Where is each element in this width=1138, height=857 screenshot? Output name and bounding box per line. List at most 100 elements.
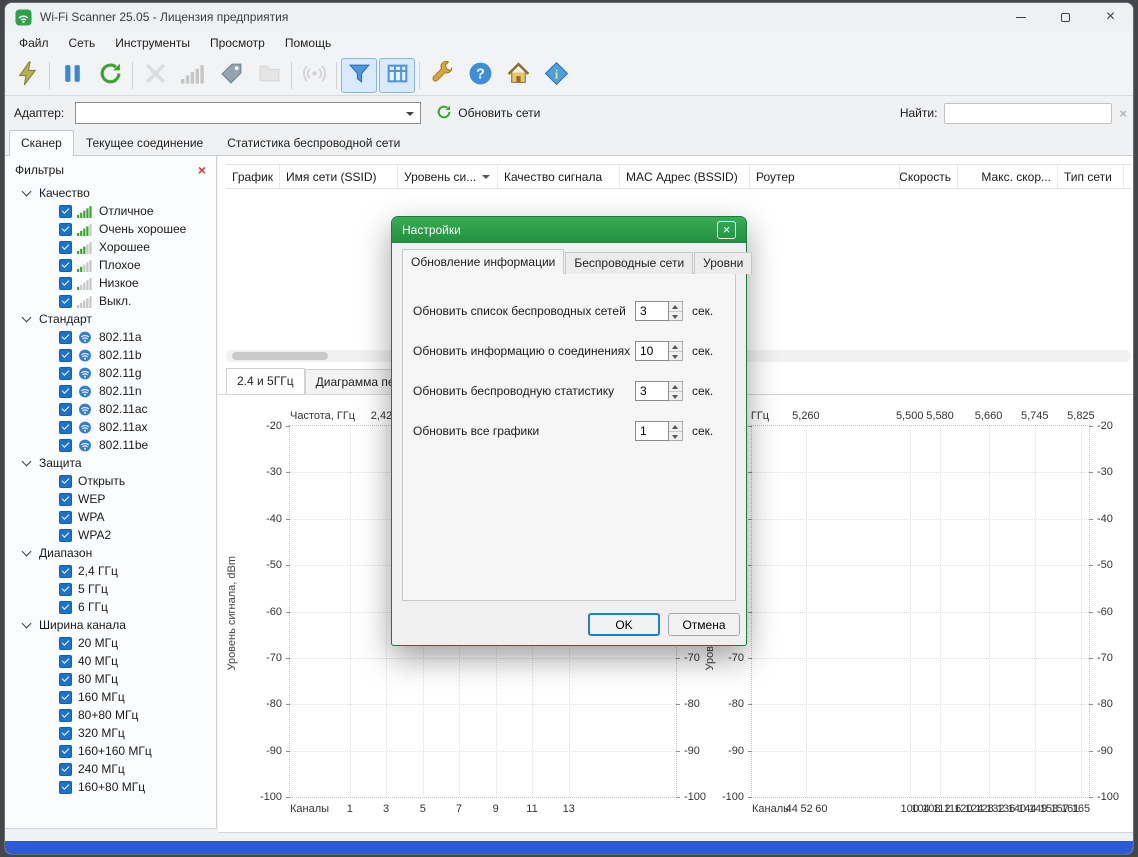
dialog-tab[interactable]: Обновление информации	[402, 249, 564, 274]
checkbox-checked-icon[interactable]	[59, 529, 72, 542]
column-header[interactable]: График	[226, 165, 280, 188]
filter-item[interactable]: Низкое	[5, 274, 216, 292]
dialog-tab[interactable]: Уровни	[694, 252, 752, 274]
checkbox-checked-icon[interactable]	[59, 367, 72, 380]
adapter-combobox[interactable]	[75, 102, 421, 124]
filter-item[interactable]: 40 МГц	[5, 652, 216, 670]
filter-group-header[interactable]: Качество	[5, 184, 216, 202]
spinner-control[interactable]	[669, 421, 683, 441]
column-header[interactable]: Роутер	[750, 165, 900, 188]
column-header[interactable]: Скорость	[900, 165, 958, 188]
filter-item[interactable]: 160+160 МГц	[5, 742, 216, 760]
filter-item[interactable]: 802.11ac	[5, 400, 216, 418]
menu-item[interactable]: Сеть	[59, 33, 106, 53]
spinner-up-icon[interactable]	[669, 422, 682, 432]
checkbox-checked-icon[interactable]	[59, 385, 72, 398]
clear-search-icon[interactable]	[1119, 106, 1127, 121]
checkbox-checked-icon[interactable]	[59, 709, 72, 722]
filter-item[interactable]: WPA	[5, 508, 216, 526]
checkbox-checked-icon[interactable]	[59, 259, 72, 272]
close-button[interactable]	[1088, 3, 1133, 31]
checkbox-checked-icon[interactable]	[59, 349, 72, 362]
checkbox-checked-icon[interactable]	[59, 655, 72, 668]
dialog-field-input[interactable]	[635, 341, 669, 361]
filter-item[interactable]: Очень хорошее	[5, 220, 216, 238]
checkbox-checked-icon[interactable]	[59, 637, 72, 650]
spinner-up-icon[interactable]	[669, 302, 682, 312]
filter-toggle-button[interactable]	[341, 58, 377, 93]
column-header[interactable]: Тип сети	[1058, 165, 1124, 188]
pause-button[interactable]	[54, 58, 90, 93]
spinner-down-icon[interactable]	[669, 392, 682, 401]
checkbox-checked-icon[interactable]	[59, 475, 72, 488]
spinner-up-icon[interactable]	[669, 382, 682, 392]
filter-item[interactable]: 802.11n	[5, 382, 216, 400]
menu-item[interactable]: Файл	[9, 33, 59, 53]
checkbox-checked-icon[interactable]	[59, 601, 72, 614]
filter-item[interactable]: 5 ГГц	[5, 580, 216, 598]
column-header[interactable]: Имя сети (SSID)	[280, 165, 398, 188]
help-button[interactable]: ?	[462, 58, 498, 93]
spinner-control[interactable]	[669, 341, 683, 361]
remove-signal-button[interactable]	[175, 58, 211, 93]
spinner-up-icon[interactable]	[669, 342, 682, 352]
filter-group-header[interactable]: Диапазон	[5, 544, 216, 562]
spinner-down-icon[interactable]	[669, 432, 682, 441]
filter-item[interactable]: Открыть	[5, 472, 216, 490]
dialog-field-input[interactable]	[635, 381, 669, 401]
checkbox-checked-icon[interactable]	[59, 781, 72, 794]
refresh-networks-button[interactable]: Обновить сети	[436, 104, 540, 123]
spinner-control[interactable]	[669, 301, 683, 321]
checkbox-checked-icon[interactable]	[59, 565, 72, 578]
table-view-toggle-button[interactable]	[379, 58, 415, 93]
checkbox-checked-icon[interactable]	[59, 295, 72, 308]
filter-item[interactable]: 320 МГц	[5, 724, 216, 742]
filter-item[interactable]: 160+80 МГц	[5, 778, 216, 796]
checkbox-checked-icon[interactable]	[59, 421, 72, 434]
filter-item[interactable]: 802.11be	[5, 436, 216, 454]
search-input[interactable]	[944, 103, 1112, 124]
dialog-close-button[interactable]	[717, 221, 736, 239]
filter-group-header[interactable]: Стандарт	[5, 310, 216, 328]
filter-item[interactable]: WEP	[5, 490, 216, 508]
filter-item[interactable]: Выкл.	[5, 292, 216, 310]
minimize-button[interactable]	[998, 3, 1043, 31]
menu-item[interactable]: Инструменты	[105, 33, 200, 53]
spinner-down-icon[interactable]	[669, 352, 682, 361]
filter-item[interactable]: Хорошее	[5, 238, 216, 256]
spinner-control[interactable]	[669, 381, 683, 401]
maximize-button[interactable]	[1043, 3, 1088, 31]
dialog-tab[interactable]: Беспроводные сети	[565, 252, 693, 274]
filter-item[interactable]: 80 МГц	[5, 670, 216, 688]
home-button[interactable]	[500, 58, 536, 93]
filter-item[interactable]: 802.11b	[5, 346, 216, 364]
dialog-titlebar[interactable]: Настройки	[392, 217, 746, 243]
menu-item[interactable]: Помощь	[275, 33, 341, 53]
scrollbar-thumb[interactable]	[232, 352, 328, 360]
checkbox-checked-icon[interactable]	[59, 673, 72, 686]
column-header[interactable]: Уровень си...	[398, 165, 498, 188]
tab-item[interactable]: Статистика беспроводной сети	[215, 130, 412, 155]
tag-button[interactable]	[213, 58, 249, 93]
checkbox-checked-icon[interactable]	[59, 403, 72, 416]
cancel-button[interactable]: Отмена	[668, 613, 740, 636]
filter-item[interactable]: Отличное	[5, 202, 216, 220]
filter-item[interactable]: 240 МГц	[5, 760, 216, 778]
filter-item[interactable]: 2,4 ГГц	[5, 562, 216, 580]
checkbox-checked-icon[interactable]	[59, 727, 72, 740]
dialog-field-input[interactable]	[635, 301, 669, 321]
filter-item[interactable]: 802.11g	[5, 364, 216, 382]
checkbox-checked-icon[interactable]	[59, 511, 72, 524]
close-filters-icon[interactable]	[198, 162, 206, 178]
checkbox-checked-icon[interactable]	[59, 493, 72, 506]
filter-item[interactable]: 80+80 МГц	[5, 706, 216, 724]
dialog-field-input[interactable]	[635, 421, 669, 441]
checkbox-checked-icon[interactable]	[59, 583, 72, 596]
checkbox-checked-icon[interactable]	[59, 745, 72, 758]
filter-item[interactable]: 802.11a	[5, 328, 216, 346]
column-header[interactable]: MAC Адрес (BSSID)	[620, 165, 750, 188]
checkbox-checked-icon[interactable]	[59, 205, 72, 218]
about-button[interactable]: i	[538, 58, 574, 93]
chart-tab[interactable]: 2.4 и 5ГГц	[226, 368, 305, 394]
checkbox-checked-icon[interactable]	[59, 691, 72, 704]
